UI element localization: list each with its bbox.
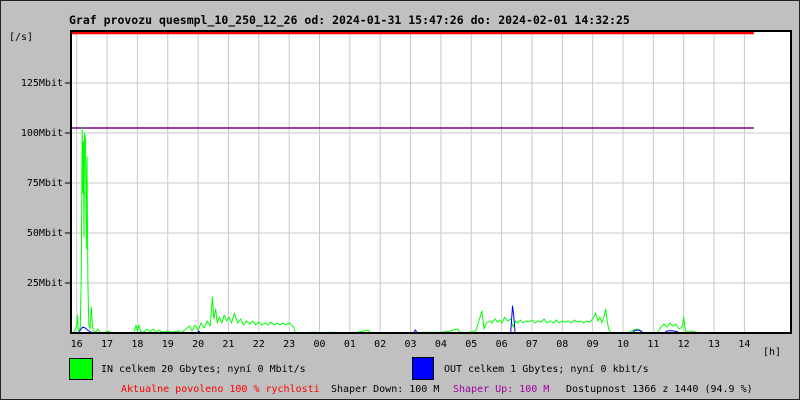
legend-out-swatch (412, 357, 434, 380)
x-tick-label: 10 (616, 339, 630, 350)
x-tick-label: 13 (708, 339, 721, 350)
legend-out-label: OUT celkem 1 Gbytes; nyní 0 kbit/s (444, 364, 649, 375)
x-tick-label: 20 (192, 339, 205, 350)
x-tick-label: 02 (374, 339, 387, 350)
y-tick-label: 75Mbit (26, 178, 63, 189)
y-tick-label: 50Mbit (26, 228, 63, 239)
status-allowed-speed-text: Aktualne povoleno 100 % rychlosti (121, 384, 320, 395)
x-tick-label: 21 (222, 339, 235, 350)
x-tick-label: 19 (161, 339, 174, 350)
x-tick-label: 14 (738, 339, 751, 350)
x-tick-label: 00 (313, 339, 326, 350)
x-tick-label: 09 (586, 339, 599, 350)
x-tick-label: 17 (101, 339, 114, 350)
legend-in-swatch (69, 358, 93, 380)
x-tick-label: 05 (465, 339, 478, 350)
x-tick-label: 18 (131, 339, 144, 350)
y-tick-label: 100Mbit (20, 128, 63, 139)
traffic-graph-window: Graf provozu quesmpl_10_250_12_26 od: 20… (0, 0, 800, 400)
x-tick-label: 03 (404, 339, 417, 350)
legend-in-label: IN celkem 20 Gbytes; nyní 0 Mbit/s (101, 364, 306, 375)
x-tick-label: 07 (525, 339, 538, 350)
x-tick-label: 04 (434, 339, 447, 350)
x-tick-label: 16 (70, 339, 83, 350)
status-shaper-up-text: Shaper Up: 100 M (453, 384, 550, 395)
x-tick-label: 08 (556, 339, 569, 350)
y-tick-label: 25Mbit (26, 278, 63, 289)
x-tick-label: 12 (677, 339, 690, 350)
status-shaper-down-text: Shaper Down: 100 M (331, 384, 440, 395)
x-tick-label: 23 (283, 339, 296, 350)
x-tick-label: 11 (647, 339, 660, 350)
y-tick-label: 125Mbit (20, 78, 63, 89)
x-tick-label: 22 (252, 339, 265, 350)
x-tick-label: 06 (495, 339, 508, 350)
x-tick-label: 01 (343, 339, 356, 350)
status-availability-text: Dostupnost 1366 z 1440 (94.9 %) (566, 384, 753, 395)
